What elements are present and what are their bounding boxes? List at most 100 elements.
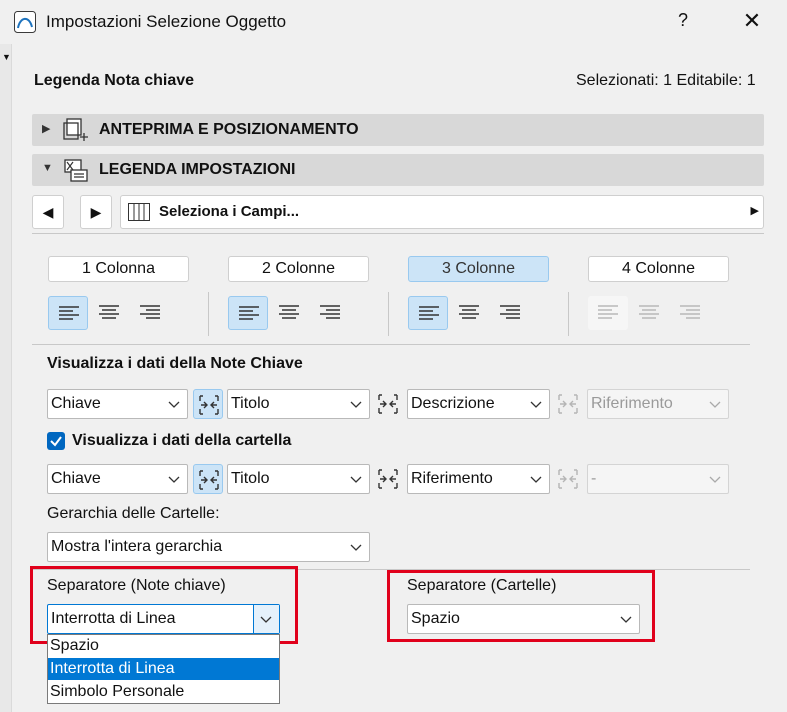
keynote-field-3-select[interactable]: Descrizione — [407, 389, 550, 419]
align-center-button[interactable] — [89, 296, 129, 330]
chevron-down-icon — [709, 476, 721, 483]
join-icon — [199, 470, 219, 490]
align-center-button[interactable] — [269, 296, 309, 330]
section-legend-settings[interactable]: ▼ LEGENDA IMPOSTAZIONI — [32, 154, 764, 186]
section-label: ANTEPRIMA E POSIZIONAMENTO — [99, 121, 359, 138]
chevron-down-icon — [709, 401, 721, 408]
align-center-button — [629, 296, 669, 330]
show-folder-data-checkbox[interactable] — [47, 432, 65, 450]
folder-field-2-select[interactable]: Titolo — [227, 464, 370, 494]
select-value: Titolo — [231, 470, 270, 487]
link-fields-toggle[interactable] — [193, 464, 223, 494]
section-label: LEGENDA IMPOSTAZIONI — [99, 161, 296, 178]
link-fields-toggle — [553, 389, 583, 419]
checkmark-icon — [50, 436, 62, 447]
keynote-field-1-select[interactable]: Chiave — [47, 389, 188, 419]
align-right-button[interactable] — [130, 296, 170, 330]
keynote-field-2-select[interactable]: Titolo — [227, 389, 370, 419]
select-value: Mostra l'intera gerarchia — [51, 538, 223, 555]
preview-placement-icon — [63, 118, 88, 141]
highlight-box — [387, 570, 655, 642]
select-value: Titolo — [231, 395, 270, 412]
align-left-button[interactable] — [228, 296, 268, 330]
folder-hierarchy-label: Gerarchia delle Cartelle: — [47, 505, 220, 522]
folder-data-label[interactable]: Visualizza i dati della cartella — [72, 432, 291, 450]
align-left-icon — [239, 306, 259, 320]
archicad-app-icon — [14, 11, 36, 33]
align-right-button[interactable] — [490, 296, 530, 330]
tab-4-columns[interactable]: 4 Colonne — [588, 256, 729, 282]
chevron-down-icon — [168, 476, 180, 483]
collapse-arrow-icon[interactable]: ▼ — [42, 162, 53, 174]
option-line-break[interactable]: Interrotta di Linea — [48, 658, 279, 680]
align-right-button — [670, 296, 710, 330]
keynote-separator-options: Spazio Interrotta di Linea Simbolo Perso… — [47, 634, 280, 704]
field-navigation: ◀ ▶ Seleziona i Campi... ▶ — [32, 195, 764, 229]
divider — [208, 292, 209, 336]
align-right-icon — [680, 305, 700, 319]
tab-3-columns[interactable]: 3 Colonne — [408, 256, 549, 282]
option-space[interactable]: Spazio — [48, 635, 279, 657]
link-fields-toggle[interactable] — [373, 464, 403, 494]
align-left-button[interactable] — [48, 296, 88, 330]
select-value: Riferimento — [591, 395, 673, 412]
align-center-icon — [459, 305, 479, 319]
folder-hierarchy-select[interactable]: Mostra l'intera gerarchia — [47, 532, 370, 562]
join-icon — [199, 395, 219, 415]
link-fields-toggle — [553, 464, 583, 494]
chevron-down-icon — [530, 476, 542, 483]
align-right-icon — [500, 305, 520, 319]
chevron-down-icon — [168, 401, 180, 408]
tab-1-column[interactable]: 1 Colonna — [48, 256, 189, 282]
select-value: Riferimento — [411, 470, 493, 487]
join-icon — [378, 394, 398, 414]
folder-field-1-select[interactable]: Chiave — [47, 464, 188, 494]
align-left-button — [588, 296, 628, 330]
chevron-down-icon — [530, 401, 542, 408]
join-icon — [558, 394, 578, 414]
align-left-icon — [598, 305, 618, 319]
join-icon — [558, 469, 578, 489]
selection-info: Selezionati: 1 Editabile: 1 — [576, 72, 756, 89]
align-center-icon — [639, 305, 659, 319]
link-fields-toggle[interactable] — [193, 389, 223, 419]
next-button[interactable]: ▶ — [80, 195, 112, 229]
folder-field-3-select[interactable]: Riferimento — [407, 464, 550, 494]
collapse-strip[interactable]: ▼ — [0, 44, 12, 712]
chevron-right-icon: ▶ — [750, 205, 759, 217]
align-left-button[interactable] — [408, 296, 448, 330]
select-value: Chiave — [51, 470, 101, 487]
align-center-icon — [99, 305, 119, 319]
align-right-button[interactable] — [310, 296, 350, 330]
folder-field-4-select: - — [587, 464, 729, 494]
select-value: Descrizione — [411, 395, 495, 412]
select-value: - — [591, 470, 597, 487]
align-center-button[interactable] — [449, 296, 489, 330]
align-left-icon — [59, 306, 79, 320]
section-preview-placement[interactable]: ▶ ANTEPRIMA E POSIZIONAMENTO — [32, 114, 764, 146]
window-title: Impostazioni Selezione Oggetto — [46, 12, 287, 31]
window-titlebar: Impostazioni Selezione Oggetto ? ✕ — [0, 0, 787, 44]
tab-2-columns[interactable]: 2 Colonne — [228, 256, 369, 282]
option-custom-symbol[interactable]: Simbolo Personale — [48, 681, 279, 703]
link-fields-toggle[interactable] — [373, 389, 403, 419]
divider — [568, 292, 569, 336]
help-button[interactable]: ? — [672, 10, 694, 31]
highlight-box — [30, 566, 298, 644]
select-value: Chiave — [51, 395, 101, 412]
divider — [32, 344, 750, 345]
divider — [32, 233, 764, 234]
align-left-icon — [419, 306, 439, 320]
align-right-icon — [320, 305, 340, 319]
keynote-field-4-select: Riferimento — [587, 389, 729, 419]
close-button[interactable]: ✕ — [739, 8, 765, 34]
chevron-down-icon — [350, 544, 362, 551]
divider — [388, 292, 389, 336]
previous-button[interactable]: ◀ — [32, 195, 64, 229]
expand-arrow-icon[interactable]: ▶ — [42, 122, 50, 135]
chevron-down-icon — [350, 476, 362, 483]
select-fields-button[interactable]: Seleziona i Campi... ▶ — [120, 195, 764, 229]
collapse-arrow-icon[interactable]: ▼ — [2, 52, 11, 62]
keynote-data-title: Visualizza i dati della Note Chiave — [47, 355, 303, 372]
join-icon — [378, 469, 398, 489]
